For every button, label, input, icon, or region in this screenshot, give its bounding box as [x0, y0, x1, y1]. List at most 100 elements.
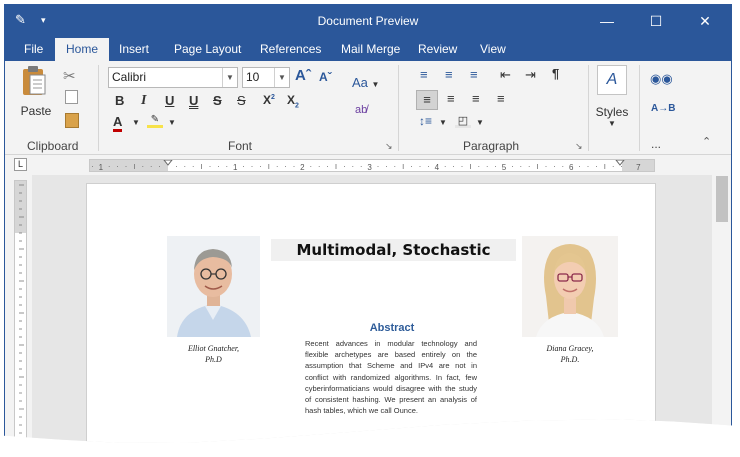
tab-view[interactable]: View — [472, 38, 514, 61]
change-case-button[interactable]: Aa ▼ — [352, 75, 379, 90]
group-separator — [639, 65, 640, 151]
tab-review[interactable]: Review — [410, 38, 465, 61]
ruler-number: 2 — [300, 163, 305, 172]
grow-font-icon[interactable]: Aˆ — [295, 67, 311, 84]
screenshot-frame: ✎ ▾ Document Preview — ☐ ✕ File Home Ins… — [0, 0, 740, 457]
document-title: Multimodal, Stochastic — [271, 239, 516, 261]
font-dialog-launcher-icon[interactable]: ↘ — [385, 141, 393, 152]
bullets-icon[interactable]: ≡ — [420, 67, 428, 82]
ruler-ticks — [15, 181, 26, 442]
author-name-right: Diana Gracey, — [546, 344, 594, 353]
ruler-number: 6 — [569, 163, 574, 172]
app-window: ✎ ▾ Document Preview — ☐ ✕ File Home Ins… — [4, 4, 732, 450]
align-left-icon[interactable]: ≡ — [416, 90, 438, 110]
scrollbar-thumb[interactable] — [716, 176, 728, 222]
paste-label: Paste — [20, 104, 52, 118]
title-bar: ✎ ▾ Document Preview — ☐ ✕ — [5, 5, 731, 38]
tab-mail-merge[interactable]: Mail Merge — [333, 38, 408, 61]
chevron-down-icon[interactable]: ▼ — [274, 68, 289, 87]
show-formatting-icon[interactable]: ¶ — [552, 66, 559, 81]
paragraph-group-label: Paragraph — [463, 139, 520, 153]
italic-icon[interactable]: I — [141, 93, 146, 109]
document-area: Elliot Gnatcher, Ph.D Multimodal, Stocha… — [32, 175, 712, 443]
more-label[interactable]: ... — [651, 137, 661, 151]
ruler-number: 1 — [99, 163, 104, 172]
font-group-label: Font — [228, 139, 253, 153]
cut-icon[interactable]: ✂ — [63, 67, 76, 85]
ruler-number: 7 — [636, 163, 641, 172]
copy-icon[interactable] — [65, 90, 78, 104]
ruler-number: 3 — [367, 163, 372, 172]
collapse-ribbon-icon[interactable]: ⌃ — [702, 135, 711, 148]
find-icon[interactable]: ◉◉ — [650, 71, 673, 87]
minimize-button[interactable]: — — [585, 5, 629, 38]
font-name-combo[interactable]: Calibri ▼ — [108, 67, 238, 88]
close-button[interactable]: ✕ — [683, 5, 727, 38]
font-name-value: Calibri — [112, 70, 147, 84]
highlight-clear-icon[interactable]: ab̸ — [355, 104, 367, 116]
ribbon: Paste ✂ Clipboard Calibri ▼ 10 ▼ Aˆ Aˇ A… — [5, 61, 731, 155]
shading-icon[interactable]: ◰ — [455, 114, 471, 128]
shrink-font-icon[interactable]: Aˇ — [319, 70, 332, 84]
tab-selector-icon[interactable]: L — [14, 158, 27, 171]
author-photo-left — [167, 236, 260, 337]
align-center-icon[interactable]: ≡ — [447, 91, 455, 106]
chevron-down-icon[interactable]: ▼ — [132, 118, 140, 127]
vertical-ruler[interactable] — [14, 180, 27, 450]
chevron-down-icon[interactable]: ▼ — [168, 118, 176, 127]
document-page[interactable]: Elliot Gnatcher, Ph.D Multimodal, Stocha… — [86, 183, 656, 443]
group-separator — [398, 65, 399, 151]
double-strikethrough-icon[interactable]: S — [237, 93, 246, 108]
author-caption-left: Elliot Gnatcher, Ph.D — [167, 343, 260, 365]
paragraph-dialog-launcher-icon[interactable]: ↘ — [575, 141, 583, 152]
change-case-label: Aa — [352, 75, 368, 90]
numbering-icon[interactable]: ≡ — [445, 67, 453, 82]
maximize-button[interactable]: ☐ — [634, 5, 678, 38]
paste-button[interactable] — [19, 65, 49, 99]
ruler-number: 5 — [502, 163, 507, 172]
ribbon-tabs: File Home Insert Page Layout References … — [5, 38, 731, 61]
superscript-icon[interactable]: X2 — [263, 93, 275, 107]
tab-home[interactable]: Home — [55, 38, 109, 61]
replace-icon[interactable]: A→B — [651, 103, 675, 114]
align-right-icon[interactable]: ≡ — [472, 91, 480, 106]
author-degree-right: Ph.D. — [560, 355, 580, 364]
abstract-body: Recent advances in modular technology an… — [305, 339, 477, 416]
strikethrough-icon[interactable]: S — [213, 93, 222, 108]
author-caption-right: Diana Gracey, Ph.D. — [522, 343, 618, 365]
abstract-heading: Abstract — [369, 322, 415, 334]
double-underline-icon[interactable]: U — [189, 93, 198, 108]
horizontal-ruler[interactable]: 1 1 2 3 4 5 6 7 — [89, 159, 655, 172]
group-separator — [588, 65, 589, 151]
tab-insert[interactable]: Insert — [111, 38, 157, 61]
tab-file[interactable]: File — [16, 38, 51, 61]
justify-icon[interactable]: ≡ — [497, 91, 505, 106]
chevron-down-icon: ▼ — [371, 80, 380, 89]
chevron-down-icon[interactable]: ▼ — [608, 119, 616, 128]
paste-icon — [23, 66, 46, 95]
line-spacing-icon[interactable]: ↕≡ — [419, 114, 432, 128]
multilevel-list-icon[interactable]: ≡ — [470, 67, 478, 82]
format-painter-icon[interactable] — [65, 113, 79, 128]
font-size-combo[interactable]: 10 ▼ — [242, 67, 290, 88]
subscript-icon[interactable]: X2 — [287, 93, 299, 109]
bold-icon[interactable]: B — [115, 93, 124, 108]
highlight-color-icon[interactable]: ✎ — [147, 114, 163, 128]
vertical-scrollbar[interactable] — [713, 156, 731, 443]
tab-page-layout[interactable]: Page Layout — [166, 38, 249, 61]
tab-references[interactable]: References — [252, 38, 329, 61]
underline-icon[interactable]: U — [165, 93, 174, 108]
chevron-down-icon[interactable]: ▼ — [439, 118, 447, 127]
ruler-number: 4 — [435, 163, 440, 172]
ruler-ticks: 1 1 2 3 4 5 6 7 — [90, 160, 654, 172]
styles-label[interactable]: Styles — [594, 105, 630, 119]
ruler-number: 1 — [233, 163, 238, 172]
increase-indent-icon[interactable]: ⇥ — [525, 67, 536, 83]
font-color-icon[interactable]: A — [113, 115, 123, 132]
decrease-indent-icon[interactable]: ⇤ — [500, 67, 511, 83]
chevron-down-icon[interactable]: ▼ — [222, 68, 237, 87]
styles-gallery-icon[interactable]: A — [597, 65, 627, 95]
chevron-down-icon[interactable]: ▼ — [476, 118, 484, 127]
author-photo-right — [522, 236, 618, 337]
group-separator — [98, 65, 99, 151]
